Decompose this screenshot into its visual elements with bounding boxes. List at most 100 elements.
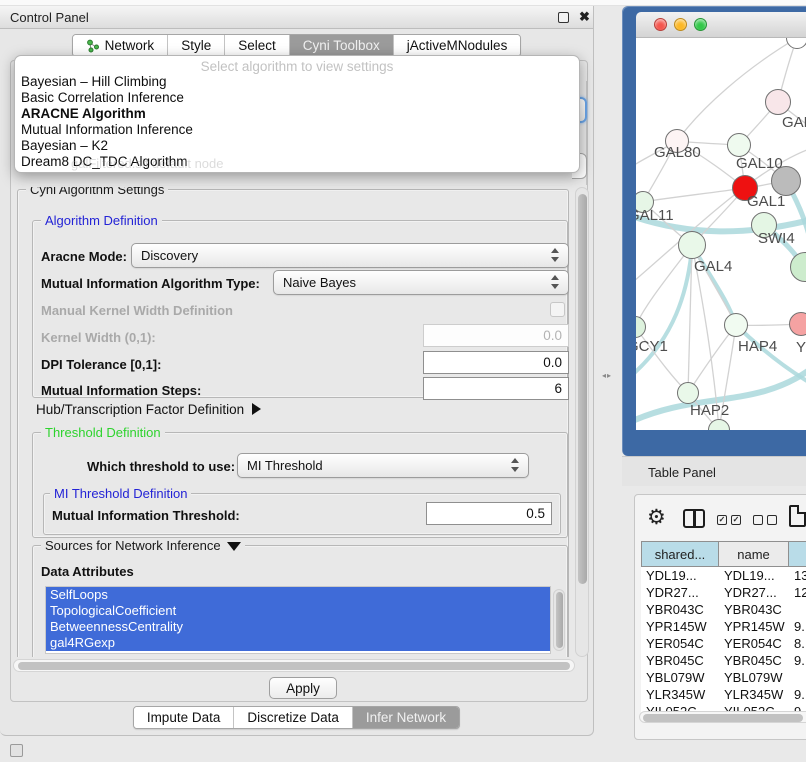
- table-row[interactable]: YER054CYER054C8.: [641, 635, 806, 652]
- table-header-row: shared...name: [641, 541, 806, 567]
- combo-arrows-icon: [551, 248, 560, 262]
- table-row[interactable]: YPR145WYPR145W9.: [641, 618, 806, 635]
- manual-kernel-width-label: Manual Kernel Width Definition: [41, 303, 233, 318]
- dpi-tolerance-field[interactable]: 0.0: [423, 351, 569, 374]
- table-cell: YDL19...: [641, 567, 719, 584]
- attribute-item-betweennesscentrality[interactable]: BetweennessCentrality: [46, 619, 550, 635]
- tab-select[interactable]: Select: [225, 35, 290, 56]
- table-cell: [789, 669, 806, 686]
- tab-network[interactable]: Network: [73, 35, 169, 56]
- table-horizontal-scrollbar[interactable]: [639, 711, 806, 723]
- tab-style[interactable]: Style: [168, 35, 225, 56]
- mi-algorithm-type-combobox[interactable]: Naive Bayes: [273, 270, 569, 295]
- table-cell: 9.: [789, 618, 806, 635]
- algorithm-option-bayesian-k2[interactable]: Bayesian – K2: [21, 138, 573, 154]
- kernel-width-field[interactable]: 0.0: [423, 324, 569, 347]
- network-canvas[interactable]: GALGAL80GAL10GAL1SWI4GAL11GAL4GCY1HAP4YH…: [636, 38, 806, 430]
- bottom-tab-impute-data[interactable]: Impute Data: [134, 707, 235, 728]
- algorithm-option-bayesian-hill-climbing[interactable]: Bayesian – Hill Climbing: [21, 74, 573, 90]
- collapsed-panel-icon[interactable]: [10, 744, 23, 757]
- network-node[interactable]: [771, 166, 801, 196]
- table-row[interactable]: YLR345WYLR345W9.: [641, 686, 806, 703]
- float-window-icon[interactable]: [558, 12, 569, 23]
- check-all-icon[interactable]: ✓: [717, 515, 727, 525]
- table-cell: YER054C: [641, 635, 719, 652]
- table-toolbar: ⚙ ✓ ✓: [635, 503, 806, 539]
- column-header-shared[interactable]: shared...: [641, 541, 719, 567]
- bottom-tab-infer-network[interactable]: Infer Network: [353, 707, 459, 728]
- aracne-mode-combobox[interactable]: Discovery: [131, 243, 569, 268]
- attribute-item-topologicalcoefficient[interactable]: TopologicalCoefficient: [46, 603, 550, 619]
- column-header-clipped[interactable]: [789, 541, 806, 567]
- zoom-light[interactable]: [694, 18, 707, 31]
- network-node-gal4[interactable]: [678, 231, 706, 259]
- settings-horizontal-scrollbar[interactable]: [13, 659, 575, 672]
- close-light[interactable]: [654, 18, 667, 31]
- network-node-hap4[interactable]: [724, 313, 748, 337]
- window-traffic-lights: [654, 18, 707, 31]
- attributes-list-scrollbar[interactable]: [553, 589, 565, 651]
- check-all-icon[interactable]: ✓: [731, 515, 741, 525]
- table-row[interactable]: YBR043CYBR043C: [641, 601, 806, 618]
- algorithm-option-mutual-information-inference[interactable]: Mutual Information Inference: [21, 122, 573, 138]
- node-label-gal1: GAL1: [747, 193, 785, 210]
- minimize-light[interactable]: [674, 18, 687, 31]
- uncheck-all-icon[interactable]: [753, 515, 763, 525]
- table-cell: YLR345W: [641, 686, 719, 703]
- network-node-gal[interactable]: [765, 89, 791, 115]
- network-node-hap2[interactable]: [677, 382, 699, 404]
- hub-section-label: Hub/Transcription Factor Definition: [36, 402, 244, 417]
- algorithm-dropdown-popup: Select algorithm to view settings Bayesi…: [14, 55, 580, 173]
- mi-threshold-label: Mutual Information Threshold:: [52, 508, 240, 523]
- table-cell: YDL19...: [719, 567, 789, 584]
- data-attributes-list[interactable]: SelfLoopsTopologicalCoefficientBetweenne…: [45, 586, 551, 654]
- close-icon[interactable]: ✖: [579, 9, 590, 25]
- attribute-item-gal4rgexp[interactable]: gal4RGexp: [46, 635, 550, 651]
- algorithm-placeholder: Select algorithm to view settings: [15, 59, 579, 74]
- gear-icon[interactable]: ⚙: [647, 505, 666, 530]
- splitpane-divider-handle[interactable]: ◂▸: [602, 371, 612, 380]
- algorithm-definition-title: Algorithm Definition: [41, 213, 162, 228]
- uncheck-all-icon[interactable]: [767, 515, 777, 525]
- which-threshold-combobox[interactable]: MI Threshold: [237, 453, 529, 478]
- expand-right-icon[interactable]: [252, 403, 261, 415]
- column-header-name[interactable]: name: [719, 541, 789, 567]
- table-panel-body: ⚙ ✓ ✓ shared...name YDL19...YDL19...13YD…: [622, 486, 806, 762]
- node-label-gcy1: GCY1: [636, 338, 668, 355]
- mi-algorithm-type-label: Mutual Information Algorithm Type:: [41, 276, 260, 291]
- node-label-gal80: GAL80: [654, 144, 701, 161]
- attribute-item-selfloops[interactable]: SelfLoops: [46, 587, 550, 603]
- new-page-icon[interactable]: [789, 505, 806, 527]
- network-icon: [86, 39, 100, 53]
- which-threshold-label: Which threshold to use:: [87, 459, 235, 474]
- table-cell: 9.: [789, 652, 806, 669]
- hub-transcription-factor-section[interactable]: Hub/Transcription Factor Definition: [36, 402, 261, 417]
- manual-kernel-width-checkbox[interactable]: [550, 302, 565, 317]
- network-node-gal10[interactable]: [727, 133, 751, 157]
- algorithm-option-basic-correlation-inference[interactable]: Basic Correlation Inference: [21, 90, 573, 106]
- tab-label: Style: [181, 38, 211, 53]
- table-row[interactable]: YDL19...YDL19...13: [641, 567, 806, 584]
- table-cell: YLR345W: [719, 686, 789, 703]
- settings-vertical-scrollbar[interactable]: [575, 187, 589, 657]
- split-columns-icon[interactable]: [683, 509, 705, 528]
- mi-steps-field[interactable]: 6: [423, 377, 569, 400]
- bottom-tab-discretize-data[interactable]: Discretize Data: [234, 707, 353, 728]
- tab-jactivemnodules[interactable]: jActiveMNodules: [394, 35, 521, 56]
- cyni-algorithm-settings-group: Cyni Algorithm Settings Algorithm Defini…: [17, 189, 569, 657]
- node-label-gal11: GAL11: [636, 207, 674, 224]
- aracne-mode-label: Aracne Mode:: [41, 249, 127, 264]
- mi-threshold-field[interactable]: 0.5: [426, 502, 552, 525]
- collapse-down-icon[interactable]: [227, 542, 241, 551]
- tab-cyni-toolbox[interactable]: Cyni Toolbox: [290, 35, 394, 56]
- mi-algorithm-type-value: Naive Bayes: [283, 275, 356, 290]
- mi-threshold-group: MI Threshold Definition Mutual Informati…: [43, 493, 561, 535]
- apply-button[interactable]: Apply: [269, 677, 337, 699]
- table-row[interactable]: YBL079WYBL079W: [641, 669, 806, 686]
- table-row[interactable]: YBR045CYBR045C9.: [641, 652, 806, 669]
- network-node-y[interactable]: [789, 312, 806, 336]
- sources-title[interactable]: Sources for Network Inference: [41, 538, 245, 553]
- algorithm-option-aracne-algorithm[interactable]: ARACNE Algorithm: [21, 106, 573, 122]
- table-row[interactable]: YDR27...YDR27...12: [641, 584, 806, 601]
- kernel-width-label: Kernel Width (0,1):: [41, 330, 156, 345]
